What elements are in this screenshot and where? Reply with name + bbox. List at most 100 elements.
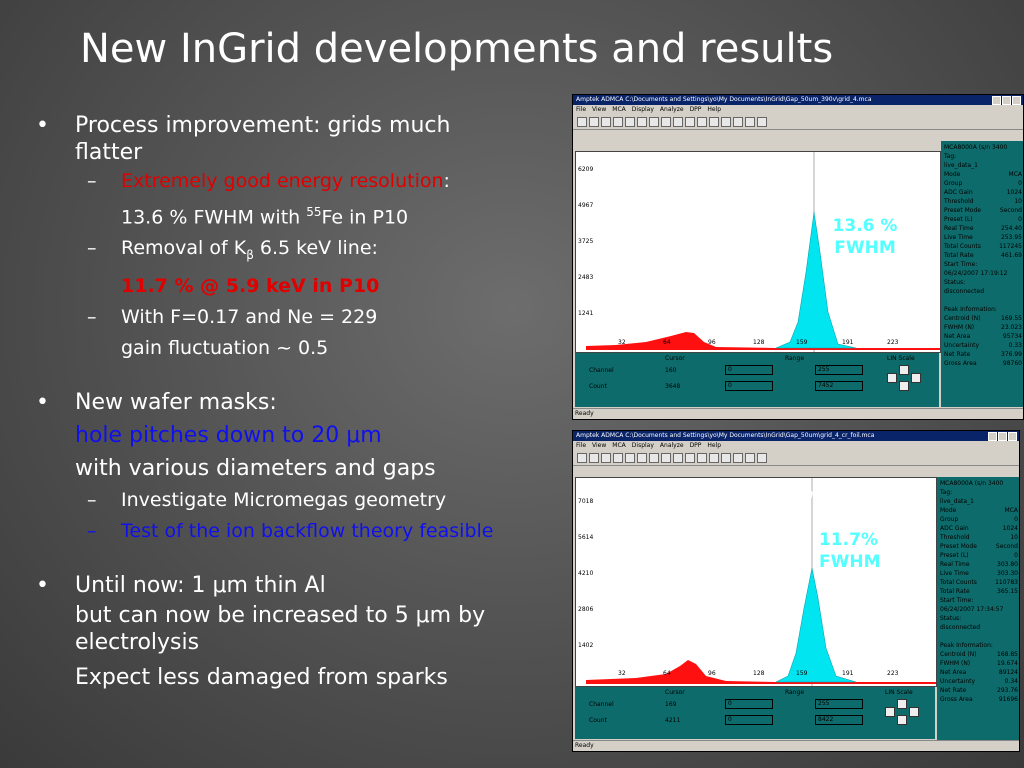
menu-file[interactable]: File — [576, 441, 586, 451]
menu-display[interactable]: Display — [632, 105, 654, 115]
y-tick: 1241 — [578, 310, 594, 317]
count-max-field[interactable]: 8422 — [815, 715, 863, 725]
range-max-field[interactable]: 255 — [815, 365, 863, 375]
menu-dpp[interactable]: DPP — [690, 441, 702, 451]
info-icon[interactable] — [757, 453, 767, 463]
scale-icon[interactable] — [697, 117, 707, 127]
panel-row-label: Net Rate — [944, 351, 971, 358]
panel-row-label: FWHM (N) — [940, 660, 971, 667]
scroll-right-button[interactable] — [909, 707, 919, 717]
menu-display[interactable]: Display — [632, 441, 654, 451]
stop-icon[interactable] — [649, 117, 659, 127]
close-button[interactable] — [1012, 96, 1021, 105]
scroll-up-button[interactable] — [897, 699, 907, 709]
new-icon[interactable] — [577, 117, 587, 127]
x-tick: 96 — [708, 670, 716, 677]
save-icon[interactable] — [589, 117, 599, 127]
scroll-left-button[interactable] — [885, 707, 895, 717]
kb-filtered-text: -filtered spectrum with Cr foil — [619, 485, 870, 505]
panel-row-label: Gross Area — [944, 360, 977, 367]
clear-icon[interactable] — [661, 453, 671, 463]
print-icon[interactable] — [601, 117, 611, 127]
menu-help[interactable]: Help — [707, 105, 721, 115]
menu-bar: File View MCA Display Analyze DPP Help — [573, 105, 1023, 115]
fwhm-value: 13.6 % — [832, 216, 898, 236]
calibrate-icon[interactable] — [721, 453, 731, 463]
scroll-up-button[interactable] — [899, 365, 909, 375]
maximize-button[interactable] — [998, 432, 1007, 441]
scroll-right-button[interactable] — [911, 373, 921, 383]
minimize-button[interactable] — [992, 96, 1001, 105]
paste-icon[interactable] — [625, 117, 635, 127]
peak-icon[interactable] — [733, 117, 743, 127]
log-icon[interactable] — [709, 117, 719, 127]
scale-icon[interactable] — [697, 453, 707, 463]
fano-text: With F=0.17 and Ne = 229 — [121, 306, 378, 329]
menu-analyze[interactable]: Analyze — [660, 105, 684, 115]
panel-row: Peak Information: — [940, 641, 1018, 650]
stop-icon[interactable] — [649, 453, 659, 463]
log-icon[interactable] — [709, 453, 719, 463]
panel-row: Real Time 254.40 — [944, 224, 1022, 233]
close-button[interactable] — [1008, 432, 1017, 441]
minimize-button[interactable] — [988, 432, 997, 441]
panel-row: live_data_1 — [944, 161, 1022, 170]
panel-row: Threshold 10 — [944, 197, 1022, 206]
new-icon[interactable] — [577, 453, 587, 463]
start-icon[interactable] — [637, 117, 647, 127]
zoom-icon[interactable] — [685, 453, 695, 463]
menu-analyze[interactable]: Analyze — [660, 441, 684, 451]
slide-title: New InGrid developments and results — [80, 26, 834, 72]
scroll-down-button[interactable] — [897, 715, 907, 725]
start-icon[interactable] — [637, 453, 647, 463]
panel-row: Uncertainty 0.33 — [944, 341, 1022, 350]
menu-view[interactable]: View — [592, 105, 606, 115]
count-min-field[interactable]: 0 — [725, 381, 773, 391]
panel-row-value: 461.69 — [1001, 252, 1022, 259]
scroll-left-button[interactable] — [887, 373, 897, 383]
admca-window-2: Amptek ADMCA C:\Documents and Settings\y… — [572, 430, 1020, 752]
roi-icon[interactable] — [673, 453, 683, 463]
help-icon[interactable] — [745, 117, 755, 127]
ka-k: K — [651, 166, 662, 184]
isotope-sup: 55 — [306, 205, 322, 219]
range-min-field[interactable]: 0 — [725, 365, 773, 375]
menu-file[interactable]: File — [576, 105, 586, 115]
peak-icon[interactable] — [733, 453, 743, 463]
panel-row-value: 89124 — [998, 669, 1018, 676]
toolbar — [573, 115, 1023, 130]
panel-row-label: Net Area — [944, 333, 971, 340]
dash: – — [87, 489, 97, 512]
copy-icon[interactable] — [613, 453, 623, 463]
calibrate-icon[interactable] — [721, 117, 731, 127]
panel-row: Preset Mode Second — [944, 206, 1022, 215]
menu-mca[interactable]: MCA — [612, 441, 625, 451]
range-max-field[interactable]: 255 — [815, 699, 863, 709]
micromegas-text: Investigate Micromegas geometry — [121, 489, 447, 512]
paste-icon[interactable] — [625, 453, 635, 463]
clear-icon[interactable] — [661, 117, 671, 127]
info-icon[interactable] — [757, 117, 767, 127]
count-min-field[interactable]: 0 — [725, 715, 773, 725]
menu-mca[interactable]: MCA — [612, 105, 625, 115]
count-max-field[interactable]: 7452 — [815, 381, 863, 391]
roi-icon[interactable] — [673, 117, 683, 127]
scroll-down-button[interactable] — [899, 381, 909, 391]
menu-help[interactable]: Help — [707, 441, 721, 451]
menu-dpp[interactable]: DPP — [690, 105, 702, 115]
sub-bullet-1-1-line2: 13.6 % FWHM with 55Fe in P10 — [30, 197, 570, 233]
range-min-field[interactable]: 0 — [725, 699, 773, 709]
print-icon[interactable] — [601, 453, 611, 463]
status-panel: MCA8000A (s/n 3400 Tag: live_data_1 Mode MC… — [937, 477, 1019, 743]
panel-row-label: Preset Mode — [944, 207, 981, 214]
zoom-icon[interactable] — [685, 117, 695, 127]
help-icon[interactable] — [745, 453, 755, 463]
ka-escape-label: Kα escape — [627, 167, 693, 207]
save-icon[interactable] — [589, 453, 599, 463]
maximize-button[interactable] — [1002, 96, 1011, 105]
menu-view[interactable]: View — [592, 441, 606, 451]
copy-icon[interactable] — [613, 117, 623, 127]
panel-row: FWHM (N) 19.674 — [940, 659, 1018, 668]
status-panel: MCA8000A (s/n 3400 Tag: live_data_1 Mode MC… — [941, 141, 1023, 407]
panel-row-value: 1024 — [1006, 189, 1022, 196]
